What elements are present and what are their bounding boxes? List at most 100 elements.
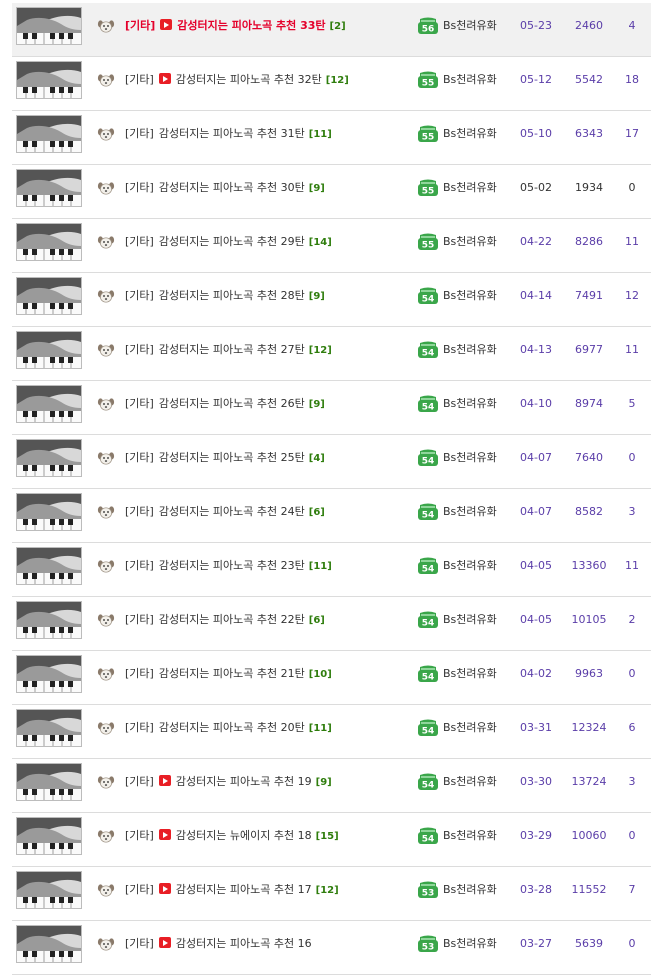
post-title[interactable]: 감성터지는 피아노곡 추천 24탄 [159,505,305,518]
comment-count[interactable]: [10] [309,669,332,680]
piano-hands-thumbnail[interactable] [16,709,82,747]
post-title-link[interactable]: [기타] 감성터지는 피아노곡 추천 16 [125,931,312,957]
author-name[interactable]: Bs천려유화 [443,823,497,849]
post-title[interactable]: 감성터지는 피아노곡 추천 30탄 [159,181,305,194]
table-row[interactable]: [기타] 감성터지는 피아노곡 추천 25탄 [4] 54 Bs천려유화 04-07 764… [12,435,651,489]
post-title-link[interactable]: [기타] 감성터지는 피아노곡 추천 20탄 [11] [125,715,332,741]
post-title-link[interactable]: [기타] 감성터지는 피아노곡 추천 25탄 [4] [125,445,325,471]
author-name[interactable]: Bs천려유화 [443,283,497,309]
piano-hands-thumbnail[interactable] [16,655,82,693]
post-title-link[interactable]: [기타] 감성터지는 피아노곡 추천 22탄 [6] [125,607,325,633]
table-row[interactable]: [기타] 감성터지는 피아노곡 추천 29탄 [14] 55 Bs천려유화 04-22 82… [12,219,651,273]
table-row[interactable]: [기타] 감성터지는 피아노곡 추천 30탄 [9] 55 Bs천려유화 05-02 193… [12,165,651,219]
table-row[interactable]: [기타] 감성터지는 피아노곡 추천 28탄 [9] 54 Bs천려유화 04-14 749… [12,273,651,327]
author-name[interactable]: Bs천려유화 [443,715,497,741]
piano-hands-thumbnail[interactable] [16,601,82,639]
post-title[interactable]: 감성터지는 피아노곡 추천 32탄 [176,73,322,86]
piano-hands-thumbnail[interactable] [16,331,82,369]
post-title[interactable]: 감성터지는 피아노곡 추천 19 [176,775,312,788]
post-title[interactable]: 감성터지는 피아노곡 추천 16 [176,937,312,950]
comment-count[interactable]: [6] [309,507,325,518]
piano-hands-thumbnail[interactable] [16,925,82,963]
table-row[interactable]: [기타] 감성터지는 피아노곡 추천 26탄 [9] 54 Bs천려유화 04-10 897… [12,381,651,435]
post-title[interactable]: 감성터지는 피아노곡 추천 23탄 [159,559,305,572]
post-title[interactable]: 감성터지는 피아노곡 추천 21탄 [159,667,305,680]
post-title[interactable]: 감성터지는 피아노곡 추천 31탄 [159,127,305,140]
post-title-link[interactable]: [기타] 감성터지는 피아노곡 추천 27탄 [12] [125,337,332,363]
post-title-link[interactable]: [기타] 감성터지는 피아노곡 추천 32탄 [12] [125,67,349,93]
post-title-link[interactable]: [기타] 감성터지는 피아노곡 추천 30탄 [9] [125,175,325,201]
post-title-link[interactable]: [기타] 감성터지는 뉴에이지 추천 18 [15] [125,823,339,849]
piano-hands-thumbnail[interactable] [16,493,82,531]
post-title-link[interactable]: [기타] 감성터지는 피아노곡 추천 33탄 [2] [125,13,346,39]
author-name[interactable]: Bs천려유화 [443,607,497,633]
table-row[interactable]: [기타] 감성터지는 피아노곡 추천 19 [9] 54 Bs천려유화 03-30 1372… [12,759,651,813]
table-row[interactable]: [기타] 감성터지는 피아노곡 추천 20탄 [11] 54 Bs천려유화 03-31 12… [12,705,651,759]
post-title-link[interactable]: [기타] 감성터지는 피아노곡 추천 29탄 [14] [125,229,332,255]
comment-count[interactable]: [15] [316,831,339,842]
table-row[interactable]: [기타] 감성터지는 뉴에이지 추천 18 [15] 54 Bs천려유화 03-29 100… [12,813,651,867]
post-title[interactable]: 감성터지는 뉴에이지 추천 18 [176,829,312,842]
piano-hands-thumbnail[interactable] [16,547,82,585]
author-name[interactable]: Bs천려유화 [443,391,497,417]
piano-hands-thumbnail[interactable] [16,169,82,207]
table-row[interactable]: [기타] 감성터지는 피아노곡 추천 17 [12] 53 Bs천려유화 03-28 115… [12,867,651,921]
post-title-link[interactable]: [기타] 감성터지는 피아노곡 추천 24탄 [6] [125,499,325,525]
table-row[interactable]: [기타] 감성터지는 피아노곡 추천 32탄 [12] 55 Bs천려유화 05-12 55… [12,57,651,111]
piano-hands-thumbnail[interactable] [16,385,82,423]
comment-count[interactable]: [11] [309,723,332,734]
author-name[interactable]: Bs천려유화 [443,445,497,471]
author-name[interactable]: Bs천려유화 [443,769,497,795]
piano-hands-thumbnail[interactable] [16,439,82,477]
post-title[interactable]: 감성터지는 피아노곡 추천 25탄 [159,451,305,464]
piano-hands-thumbnail[interactable] [16,61,82,99]
author-name[interactable]: Bs천려유화 [443,877,497,903]
post-title[interactable]: 감성터지는 피아노곡 추천 29탄 [159,235,305,248]
piano-hands-thumbnail[interactable] [16,7,82,45]
post-title[interactable]: 감성터지는 피아노곡 추천 17 [176,883,312,896]
piano-hands-thumbnail[interactable] [16,871,82,909]
comment-count[interactable]: [11] [309,129,332,140]
post-title-link[interactable]: [기타] 감성터지는 피아노곡 추천 28탄 [9] [125,283,325,309]
comment-count[interactable]: [9] [309,291,325,302]
comment-count[interactable]: [9] [316,777,332,788]
post-title-link[interactable]: [기타] 감성터지는 피아노곡 추천 17 [12] [125,877,339,903]
comment-count[interactable]: [12] [326,75,349,86]
comment-count[interactable]: [9] [309,183,325,194]
author-name[interactable]: Bs천려유화 [443,499,497,525]
author-name[interactable]: Bs천려유화 [443,13,497,39]
comment-count[interactable]: [14] [309,237,332,248]
post-title[interactable]: 감성터지는 피아노곡 추천 20탄 [159,721,305,734]
comment-count[interactable]: [11] [309,561,332,572]
post-title-link[interactable]: [기타] 감성터지는 피아노곡 추천 31탄 [11] [125,121,332,147]
author-name[interactable]: Bs천려유화 [443,67,497,93]
comment-count[interactable]: [6] [309,615,325,626]
author-name[interactable]: Bs천려유화 [443,661,497,687]
piano-hands-thumbnail[interactable] [16,763,82,801]
comment-count[interactable]: [4] [309,453,325,464]
author-name[interactable]: Bs천려유화 [443,931,497,957]
post-title-link[interactable]: [기타] 감성터지는 피아노곡 추천 26탄 [9] [125,391,325,417]
piano-hands-thumbnail[interactable] [16,817,82,855]
comment-count[interactable]: [12] [309,345,332,356]
post-title[interactable]: 감성터지는 피아노곡 추천 27탄 [159,343,305,356]
table-row[interactable]: [기타] 감성터지는 피아노곡 추천 24탄 [6] 54 Bs천려유화 04-07 858… [12,489,651,543]
table-row[interactable]: [기타] 감성터지는 피아노곡 추천 21탄 [10] 54 Bs천려유화 04-02 99… [12,651,651,705]
table-row[interactable]: [기타] 감성터지는 피아노곡 추천 22탄 [6] 54 Bs천려유화 04-05 101… [12,597,651,651]
post-title-link[interactable]: [기타] 감성터지는 피아노곡 추천 21탄 [10] [125,661,332,687]
comment-count[interactable]: [9] [309,399,325,410]
post-title-link[interactable]: [기타] 감성터지는 피아노곡 추천 23탄 [11] [125,553,332,579]
piano-hands-thumbnail[interactable] [16,277,82,315]
table-row[interactable]: [기타] 감성터지는 피아노곡 추천 16 53 Bs천려유화 03-27 5639 0 [12,921,651,975]
post-title[interactable]: 감성터지는 피아노곡 추천 26탄 [159,397,305,410]
author-name[interactable]: Bs천려유화 [443,121,497,147]
comment-count[interactable]: [12] [316,885,339,896]
author-name[interactable]: Bs천려유화 [443,337,497,363]
post-title[interactable]: 감성터지는 피아노곡 추천 33탄 [177,19,325,32]
post-title-link[interactable]: [기타] 감성터지는 피아노곡 추천 19 [9] [125,769,332,795]
author-name[interactable]: Bs천려유화 [443,229,497,255]
comment-count[interactable]: [2] [330,21,346,32]
table-row[interactable]: [기타] 감성터지는 피아노곡 추천 33탄 [2] 56 Bs천려유화 05-23 246… [12,3,651,57]
author-name[interactable]: Bs천려유화 [443,553,497,579]
table-row[interactable]: [기타] 감성터지는 피아노곡 추천 23탄 [11] 54 Bs천려유화 04-05 13… [12,543,651,597]
